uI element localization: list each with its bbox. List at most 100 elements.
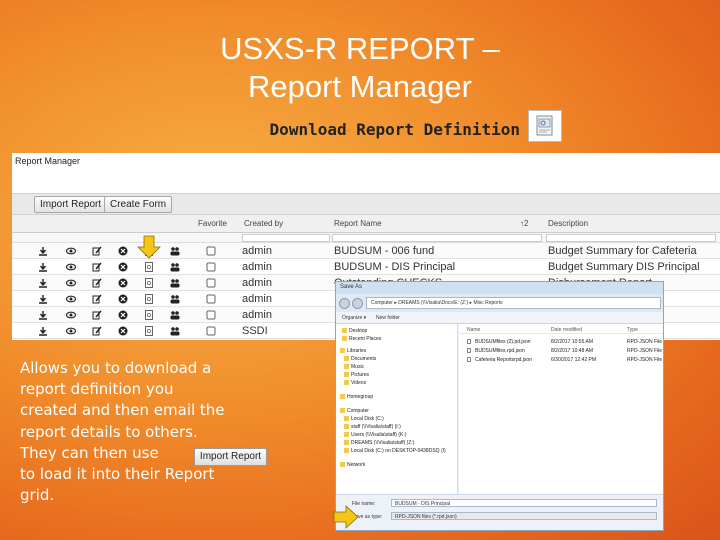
- file-type-cell: RPD-JSON File: [627, 339, 663, 345]
- edit-icon[interactable]: [92, 278, 102, 288]
- create-form-button[interactable]: Create Form: [104, 196, 173, 213]
- nav-item-label: Network: [347, 462, 366, 468]
- date-column-header[interactable]: Date modified: [551, 327, 582, 333]
- download-icon[interactable]: [38, 278, 48, 288]
- nav-item[interactable]: Music: [344, 364, 364, 371]
- share-icon[interactable]: [170, 294, 180, 304]
- download-definition-icon[interactable]: [144, 278, 154, 288]
- view-icon[interactable]: [66, 262, 76, 272]
- download-definition-icon[interactable]: [144, 310, 154, 320]
- name-column-header[interactable]: Name: [467, 327, 480, 333]
- nav-item[interactable]: Recent Places: [342, 336, 381, 343]
- table-row[interactable]: admin BUDSUM - 006 fund Budget Summary for…: [12, 243, 720, 259]
- nav-item-label: Users (\\Visalia\staff) (K:): [351, 432, 407, 438]
- nav-item[interactable]: Homegroup: [340, 394, 373, 401]
- share-icon[interactable]: [170, 262, 180, 272]
- report-name-cell: BUDSUM - 006 fund: [334, 245, 435, 257]
- nav-item[interactable]: Libraries: [340, 348, 366, 355]
- favorite-checkbox[interactable]: [206, 262, 216, 272]
- address-path[interactable]: Computer ▸ DREAMS (\\Visalia\Docs\E: (Z:…: [366, 297, 661, 309]
- favorite-checkbox[interactable]: [206, 326, 216, 336]
- created-by-cell: admin: [242, 277, 272, 289]
- created-by-filter-input[interactable]: [242, 234, 330, 242]
- nav-item[interactable]: Network: [340, 462, 365, 469]
- share-icon[interactable]: [170, 326, 180, 336]
- file-name-cell: Cafeteria Reportsrpd.json: [475, 357, 532, 363]
- back-icon[interactable]: [339, 298, 350, 309]
- edit-icon[interactable]: [92, 326, 102, 336]
- nav-item[interactable]: Local Disk (C:): [344, 416, 384, 423]
- report-name-filter-input[interactable]: [332, 234, 542, 242]
- forward-icon[interactable]: [352, 298, 363, 309]
- body-line: to load it into their Report: [20, 465, 215, 484]
- view-icon[interactable]: [66, 278, 76, 288]
- delete-icon[interactable]: [118, 246, 128, 256]
- favorite-checkbox[interactable]: [206, 294, 216, 304]
- description-filter-input[interactable]: [546, 234, 716, 242]
- download-icon[interactable]: [38, 310, 48, 320]
- share-icon[interactable]: [170, 278, 180, 288]
- table-row[interactable]: admin BUDSUM - DIS Principal Budget Summar…: [12, 259, 720, 275]
- nav-item[interactable]: Desktop: [342, 328, 367, 335]
- nav-item[interactable]: Documents: [344, 356, 376, 363]
- download-icon[interactable]: [38, 294, 48, 304]
- nav-item[interactable]: staff (\\Visalia\staff) (I:): [344, 424, 401, 431]
- file-type-cell: RPD-JSON File: [627, 357, 663, 363]
- edit-icon[interactable]: [92, 310, 102, 320]
- delete-icon[interactable]: [118, 278, 128, 288]
- favorite-checkbox[interactable]: [206, 310, 216, 320]
- import-report-button[interactable]: Import Report: [34, 196, 108, 213]
- download-icon[interactable]: [38, 326, 48, 336]
- share-icon[interactable]: [170, 246, 180, 256]
- delete-icon[interactable]: [118, 326, 128, 336]
- nav-item[interactable]: Pictures: [344, 372, 369, 379]
- nav-item-label: Homegroup: [347, 394, 374, 400]
- download-definition-icon[interactable]: [144, 294, 154, 304]
- nav-item[interactable]: Computer: [340, 408, 369, 415]
- download-icon[interactable]: [38, 262, 48, 272]
- favorite-checkbox[interactable]: [206, 246, 216, 256]
- body-line: report details to others.: [20, 422, 198, 441]
- nav-item[interactable]: Videos: [344, 380, 366, 387]
- file-row[interactable]: BUDSUMfiles.rpd.json 8/2/2017 10:48 AM RPD…: [459, 347, 663, 355]
- view-icon[interactable]: [66, 246, 76, 256]
- view-icon[interactable]: [66, 326, 76, 336]
- edit-icon[interactable]: [92, 262, 102, 272]
- dialog-bottom: File name: BUDSUM - DIS Principal Save a…: [336, 494, 663, 530]
- delete-icon[interactable]: [118, 310, 128, 320]
- download-definition-icon[interactable]: [144, 262, 154, 272]
- nav-item[interactable]: Local Disk (C:) on DESKTOP-0438DSQ (I): [344, 448, 446, 455]
- created-by-column-header[interactable]: Created by: [244, 219, 283, 228]
- file-row[interactable]: Cafeteria Reportsrpd.json 6/30/2017 12:42…: [459, 356, 663, 364]
- save-type-select[interactable]: RPD-JSON files (*.rpd.json): [391, 512, 657, 520]
- created-by-cell: SSDI: [242, 325, 268, 337]
- body-line: grid.: [20, 486, 55, 505]
- nav-item-label: staff (\\Visalia\staff) (I:): [351, 424, 401, 430]
- nav-item[interactable]: DREAMS (\\Visalia\staff) (Z:): [344, 440, 414, 447]
- body-line: report definition you: [20, 380, 174, 399]
- edit-icon[interactable]: [92, 294, 102, 304]
- nav-item-label: Pictures: [351, 372, 370, 378]
- favorite-checkbox[interactable]: [206, 278, 216, 288]
- nav-item[interactable]: Users (\\Visalia\staff) (K:): [344, 432, 406, 439]
- folder-icon: [340, 348, 345, 354]
- download-definition-icon[interactable]: [144, 326, 154, 336]
- edit-icon[interactable]: [92, 246, 102, 256]
- report-name-column-header[interactable]: Report Name: [334, 219, 382, 228]
- organize-button[interactable]: Organize ▾: [342, 315, 366, 321]
- delete-icon[interactable]: [118, 262, 128, 272]
- folder-icon: [342, 328, 347, 334]
- share-icon[interactable]: [170, 310, 180, 320]
- file-name-input[interactable]: BUDSUM - DIS Principal: [391, 499, 657, 507]
- download-icon[interactable]: [38, 246, 48, 256]
- description-column-header[interactable]: Description: [548, 219, 588, 228]
- favorite-column-header[interactable]: Favorite: [198, 219, 227, 228]
- view-icon[interactable]: [66, 310, 76, 320]
- view-icon[interactable]: [66, 294, 76, 304]
- type-column-header[interactable]: Type: [627, 327, 638, 333]
- slide-subtitle: Download Report Definition: [269, 120, 520, 139]
- file-row[interactable]: BUDSUMfiles (2).pd.json 8/2/2017 10:55 AM…: [459, 338, 663, 346]
- delete-icon[interactable]: [118, 294, 128, 304]
- new-folder-button[interactable]: New folder: [376, 315, 400, 321]
- folder-icon: [342, 336, 347, 342]
